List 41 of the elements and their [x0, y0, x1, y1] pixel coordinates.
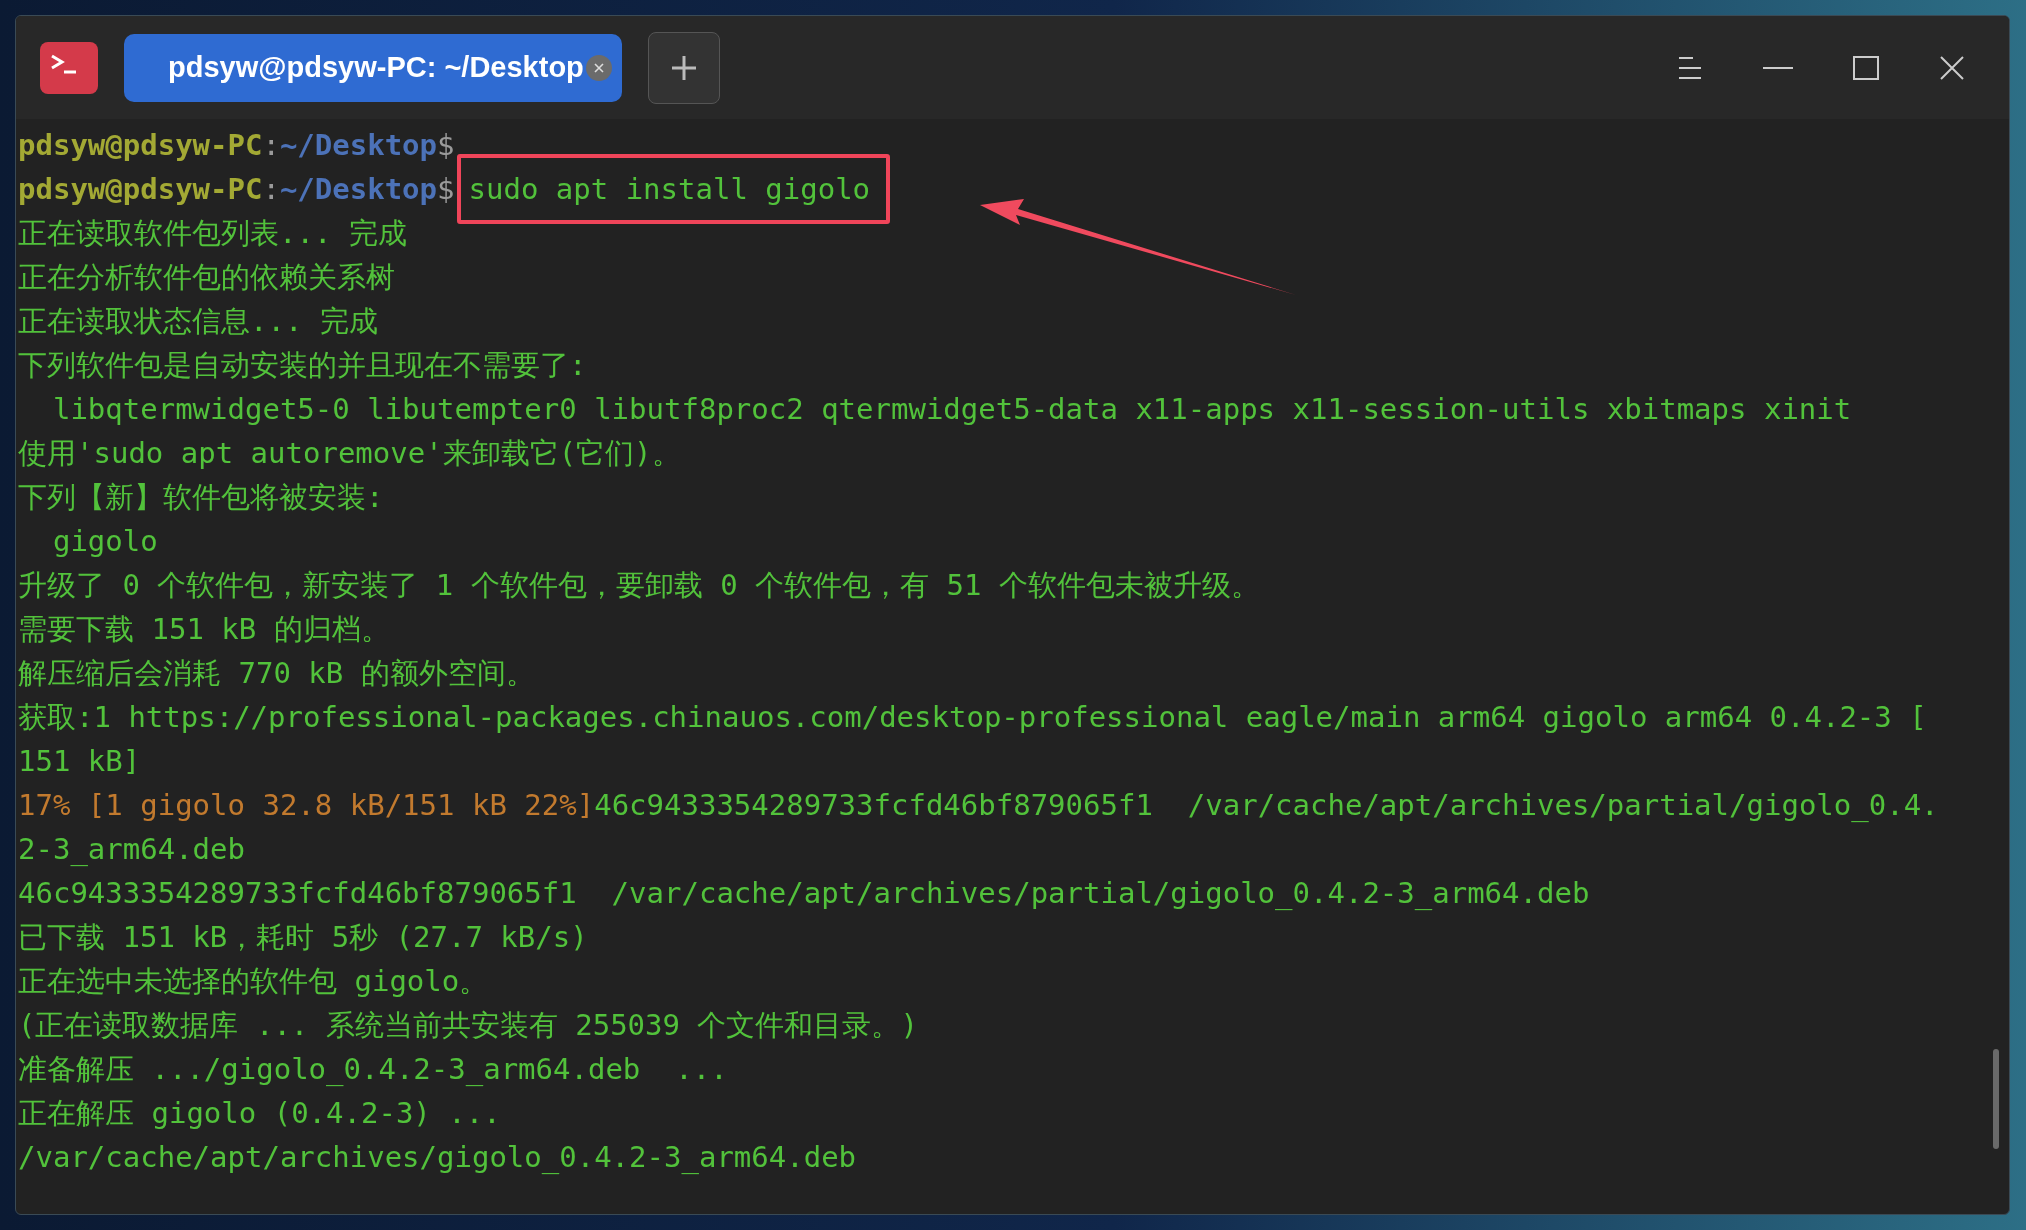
output-text: 升级了 0 个软件包，新安装了 1 个软件包，要卸载 0 个软件包，有 51 个软件包未被升级。 — [18, 567, 1260, 604]
output-text: 下列【新】软件包将被安装: — [18, 479, 384, 516]
output-text: 准备解压 .../gigolo_0.4.2-3_arm64.deb ... — [18, 1051, 728, 1088]
output-text: 正在读取软件包列表... 完成 — [18, 215, 407, 252]
output-text: 正在读取状态信息... 完成 — [18, 303, 378, 340]
output-text: 下列软件包是自动安装的并且现在不需要了: — [18, 347, 587, 384]
plus-icon — [669, 53, 698, 82]
tab-close-icon[interactable] — [585, 54, 612, 81]
prompt-symbol: $ — [437, 127, 455, 164]
output-text: 46c9433354289733fcfd46bf879065f1 /var/cache/apt/archives/partial/gigolo_0.4. — [594, 787, 1939, 824]
output-text: 46c9433354289733fcfd46bf879065f1 /var/cache/apt/archives/partial/gigolo_0.4.2-3_arm64.deb — [18, 875, 1590, 912]
prompt-user: pdsyw@pdsyw-PC — [18, 171, 263, 208]
output-text: 需要下载 151 kB 的归档。 — [18, 611, 390, 648]
minimize-icon[interactable] — [1763, 65, 1793, 70]
new-tab-button[interactable] — [647, 31, 720, 104]
maximize-icon[interactable] — [1853, 55, 1879, 80]
terminal-app-icon[interactable] — [40, 41, 98, 94]
output-text: 正在选中未选择的软件包 gigolo。 — [18, 963, 489, 1000]
output-text: /var/cache/apt/archives/gigolo_0.4.2-3_arm64.deb — [18, 1139, 857, 1176]
output-text: 获取:1 https://professional-packages.chinauos.com/desktop-professional eagle/main arm64 gigolo arm64 0.4.2-3 [ — [18, 699, 1927, 736]
output-text: 正在分析软件包的依赖关系树 — [18, 259, 395, 296]
output-text: 正在解压 gigolo (0.4.2-3) ... — [18, 1095, 501, 1132]
output-text: 151 kB] — [18, 743, 141, 780]
output-text: 解压缩后会消耗 770 kB 的额外空间。 — [18, 655, 535, 692]
terminal-tab[interactable]: pdsyw@pdsyw-PC: ~/Desktop — [124, 33, 622, 102]
output-text: libqtermwidget5-0 libutempter0 libutf8proc2 qtermwidget5-data x11-apps x11-session-utils xbitmaps xinit — [51, 391, 1852, 428]
output-text: 已下载 151 kB，耗时 5秒 (27.7 kB/s) — [18, 919, 588, 956]
prompt-symbol: $ — [437, 171, 455, 208]
output-text: gigolo — [51, 523, 158, 560]
prompt-separator: : — [262, 171, 280, 208]
output-text: (正在读取数据库 ... 系统当前共安装有 255039 个文件和目录。) — [18, 1007, 918, 1044]
highlighted-command: sudo apt install gigolo — [456, 154, 891, 224]
close-icon[interactable] — [1939, 54, 1965, 81]
progress-text: 17% [1 gigolo 32.8 kB/151 kB 22%] — [18, 787, 595, 824]
menu-icon[interactable] — [1677, 55, 1703, 80]
output-text: 使用'sudo apt autoremove'来卸载它(它们)。 — [18, 435, 681, 472]
prompt-separator: : — [262, 127, 280, 164]
prompt-user: pdsyw@pdsyw-PC — [18, 127, 263, 164]
prompt-path: ~/Desktop — [279, 127, 438, 164]
output-text: 2-3_arm64.deb — [18, 831, 245, 868]
prompt-path: ~/Desktop — [279, 171, 438, 208]
